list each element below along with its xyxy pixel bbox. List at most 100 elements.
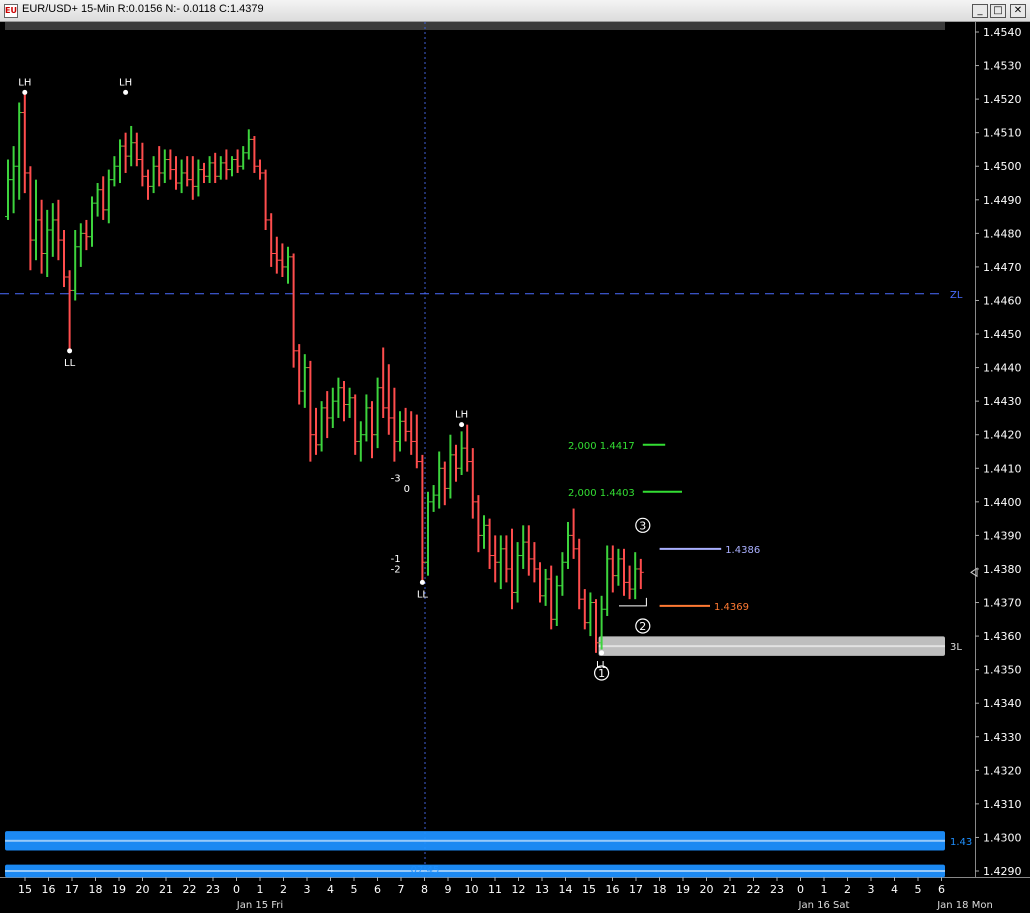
x-tick-label: 6 [374,883,381,896]
y-tick-label: 1.4340 [983,697,1022,710]
x-tick-label: 5 [351,883,358,896]
y-tick-label: 1.4520 [983,93,1022,106]
date-label: Jan 16 Sat [798,900,850,911]
zone-label: 1.43 [950,837,972,848]
y-tick-label: 1.4350 [983,664,1022,677]
y-tick-label: 1.4410 [983,462,1022,475]
x-tick-label: 12 [512,883,526,896]
swing-label: LH [18,77,31,88]
x-tick-label: 10 [465,883,479,896]
swing-label: LH [119,77,132,88]
target-label: 1.4386 [725,545,760,556]
zone-highlight [5,870,945,872]
x-tick-label: 4 [327,883,334,896]
y-tick-label: 1.4370 [983,597,1022,610]
x-tick-label: 4 [891,883,898,896]
current-price-marker [970,567,978,578]
swing-point-dot [67,348,73,354]
x-tick-label: 14 [559,883,573,896]
swing-label: LH [455,410,468,421]
x-tick-label: 15 [18,883,32,896]
swing-point-dot [22,89,28,95]
x-tick-label: 17 [629,883,643,896]
y-tick-label: 1.4310 [983,798,1022,811]
x-tick-label: 0 [233,883,240,896]
top-band [5,22,945,30]
x-tick-label: 15 [582,883,596,896]
y-tick-label: 1.4420 [983,429,1022,442]
x-tick-label: 22 [747,883,761,896]
swing-point-dot [599,650,605,656]
y-tick-label: 1.4300 [983,831,1022,844]
wave-2-bracket [619,597,647,607]
x-tick-label: 18 [89,883,103,896]
x-tick-label: 1 [257,883,264,896]
x-tick-label: 1 [821,883,828,896]
time-marker-label: 07:45 [411,865,440,876]
x-tick-label: 3 [868,883,875,896]
zone-highlight [5,839,945,842]
date-label: Jan 15 Fri [236,900,283,911]
x-tick-label: 20 [700,883,714,896]
x-tick-label: 8 [421,883,428,896]
x-tick-label: 19 [676,883,690,896]
wave-count-number: 1 [598,667,605,680]
y-tick-label: 1.4510 [983,127,1022,140]
date-label: Jan 18 Mon [936,900,993,911]
y-tick-label: 1.4530 [983,60,1022,73]
y-tick-label: 1.4330 [983,731,1022,744]
target-label: 1.4369 [714,602,749,613]
y-tick-label: 1.4380 [983,563,1022,576]
y-tick-label: 1.4490 [983,194,1022,207]
y-tick-label: 1.4400 [983,496,1022,509]
y-tick-label: 1.4480 [983,227,1022,240]
x-tick-label: 19 [112,883,126,896]
x-tick-label: 18 [653,883,667,896]
count-label: -3 [391,474,401,485]
x-tick-label: 0 [797,883,804,896]
x-tick-label: 11 [488,883,502,896]
ohlc-chart: ZL3L1.43LH LHLLLHLLLL-30-1-21232,000 1.44… [0,22,1022,911]
y-tick-label: 1.4450 [983,328,1022,341]
x-tick-label: 2 [844,883,851,896]
x-tick-label: 22 [183,883,197,896]
zone-highlight [598,645,945,648]
swing-label: LL [417,589,429,600]
target-label: 2,000 1.4417 [568,441,635,452]
target-label: 2,000 1.4403 [568,488,635,499]
x-tick-label: 17 [65,883,79,896]
x-tick-label: 7 [398,883,405,896]
y-tick-label: 1.4320 [983,764,1022,777]
count-label: -2 [391,564,401,575]
x-tick-label: 3 [304,883,311,896]
y-tick-label: 1.4500 [983,160,1022,173]
x-tick-label: 2 [280,883,287,896]
y-tick-label: 1.4460 [983,294,1022,307]
x-tick-label: 9 [445,883,452,896]
x-tick-label: 5 [915,883,922,896]
y-tick-label: 1.4470 [983,261,1022,274]
x-tick-label: 23 [770,883,784,896]
x-tick-label: 13 [535,883,549,896]
y-tick-label: 1.4540 [983,26,1022,39]
x-tick-label: 21 [159,883,173,896]
x-tick-label: 16 [42,883,56,896]
zl-line-label: ZL [950,290,963,301]
swing-point-dot [459,422,465,428]
zone-label: 3L [950,642,962,653]
y-tick-label: 1.4390 [983,529,1022,542]
y-tick-label: 1.4290 [983,865,1022,878]
y-tick-label: 1.4440 [983,362,1022,375]
swing-label: LL [64,358,76,369]
x-tick-label: 16 [606,883,620,896]
y-tick-label: 1.4430 [983,395,1022,408]
y-tick-label: 1.4360 [983,630,1022,643]
x-tick-label: 23 [206,883,220,896]
wave-count-number: 3 [639,519,646,532]
x-tick-label: 21 [723,883,737,896]
x-tick-label: 6 [938,883,945,896]
wave-count-number: 2 [639,620,646,633]
x-tick-label: 20 [136,883,150,896]
swing-point-dot [419,579,425,585]
count-label: 0 [404,484,410,495]
